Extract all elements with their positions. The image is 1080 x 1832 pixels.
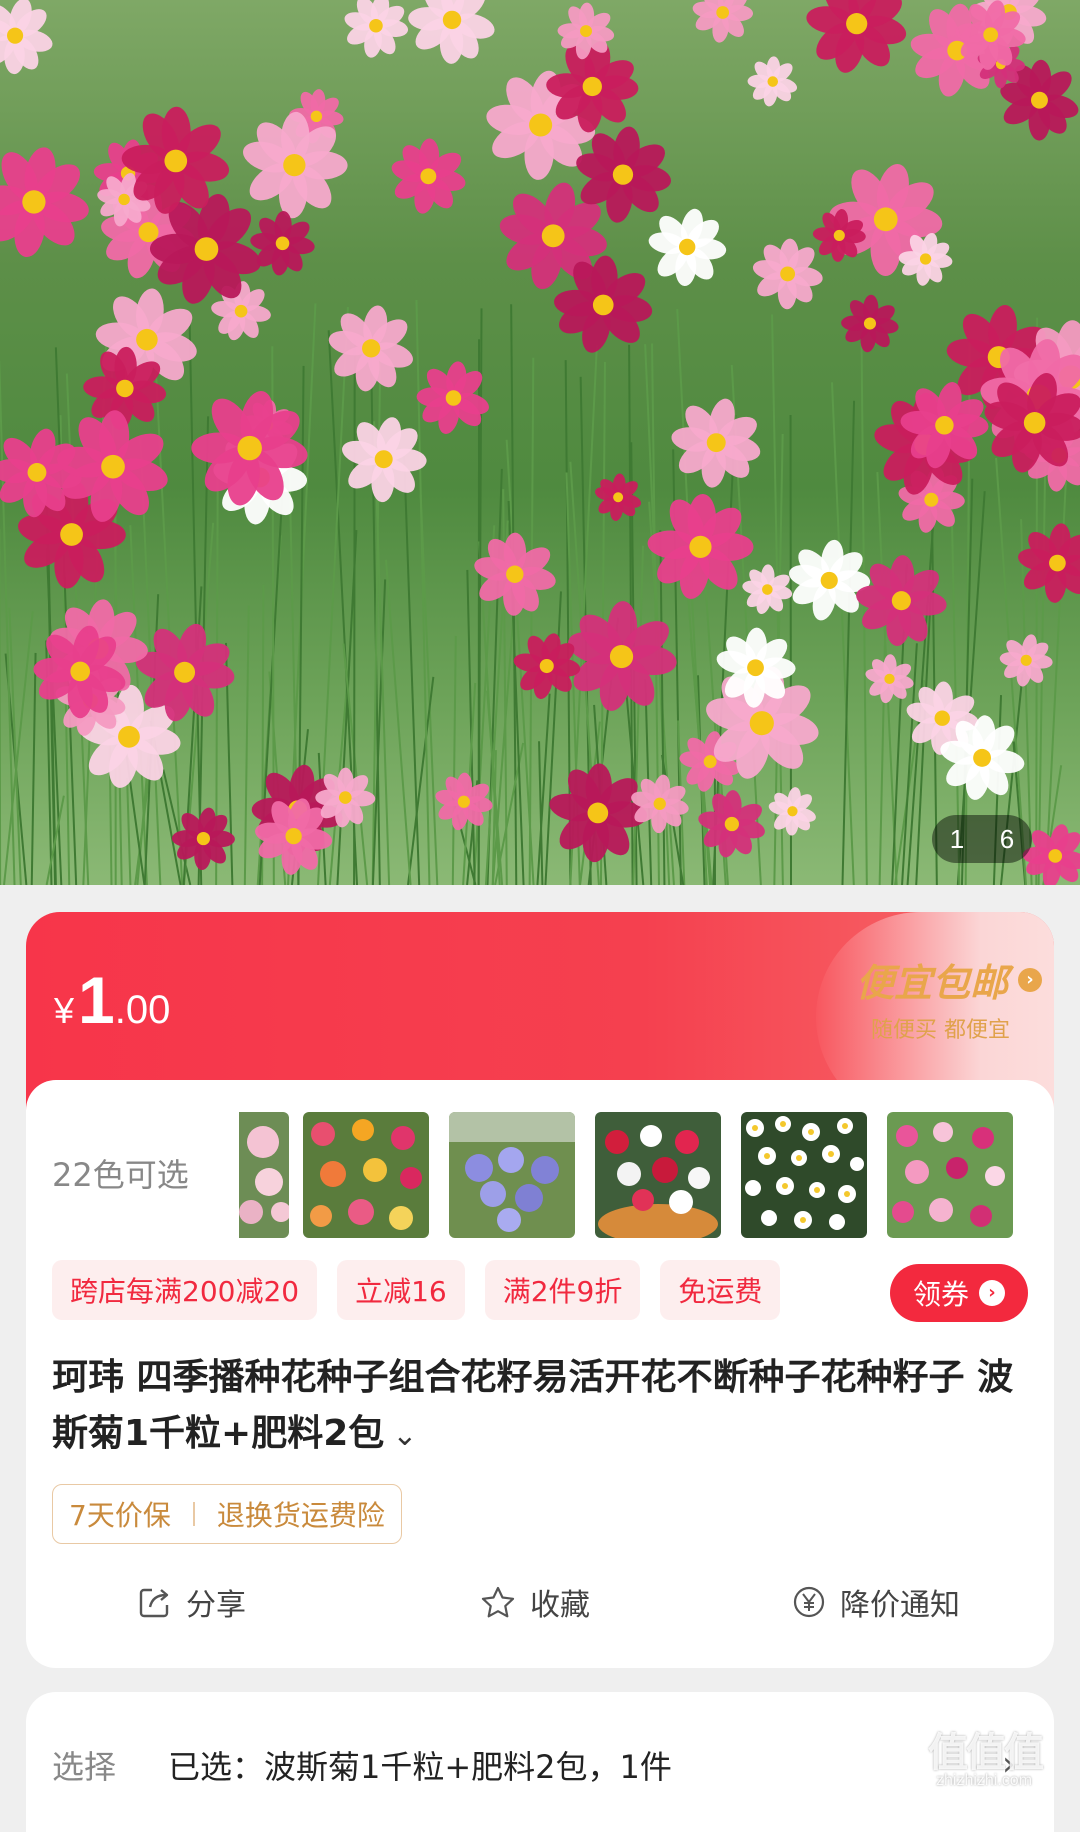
product-title-text: 珂玮 四季播种花种子组合花籽易活开花不断种子花种籽子 波斯菊1千粒+肥料2包: [52, 1357, 1013, 1454]
product-info-card: 22色可选: [26, 1080, 1054, 1668]
guarantee-item: 退换货运费险: [217, 1494, 385, 1534]
price-decimal: .00: [115, 988, 171, 1033]
price-alert-button[interactable]: 降价通知: [792, 1580, 960, 1624]
watermark-logo: 值值值: [928, 1720, 1042, 1778]
service-guarantees[interactable]: 7天价保 退换货运费险: [52, 1484, 402, 1544]
spec-selection-row[interactable]: 选择 已选：波斯菊1千粒+肥料2包，1件 ›: [26, 1692, 1054, 1832]
color-thumbnail[interactable]: [303, 1112, 429, 1238]
product-image[interactable]: 1 6: [0, 0, 1080, 885]
guarantee-item: 7天价保: [69, 1494, 171, 1534]
watermark-url: zhizhizhi.com: [936, 1772, 1032, 1790]
image-counter-total: 6: [1000, 824, 1014, 855]
promo-subtitle: 随便买 都便宜: [871, 1012, 1010, 1044]
price: ¥ 1 .00: [54, 962, 170, 1038]
favorite-button[interactable]: 收藏: [480, 1580, 590, 1624]
image-counter-current: 1: [950, 824, 964, 855]
selection-value: 已选：波斯菊1千粒+肥料2包，1件: [168, 1742, 672, 1788]
chevron-down-icon[interactable]: ⌄: [392, 1418, 417, 1453]
color-thumbnail[interactable]: [595, 1112, 721, 1238]
price-alert-label: 降价通知: [840, 1580, 960, 1624]
color-thumbnail[interactable]: [449, 1112, 575, 1238]
selection-label: 选择: [52, 1742, 116, 1788]
color-thumbnail[interactable]: [239, 1112, 289, 1238]
share-button[interactable]: 分享: [138, 1580, 246, 1624]
chevron-right-icon: ›: [979, 1280, 1005, 1306]
product-title[interactable]: 珂玮 四季播种花种子组合花籽易活开花不断种子花种籽子 波斯菊1千粒+肥料2包⌄: [52, 1350, 1032, 1464]
promo-tag[interactable]: 满2件9折: [485, 1260, 641, 1320]
share-label: 分享: [186, 1580, 246, 1624]
coupon-label: 领券: [913, 1273, 969, 1313]
promo-tag[interactable]: 立减16: [337, 1260, 465, 1320]
image-counter: 1 6: [932, 815, 1032, 863]
share-icon: [138, 1585, 172, 1619]
price-integer: 1: [78, 962, 115, 1038]
favorite-label: 收藏: [530, 1580, 590, 1624]
yen-circle-icon: [792, 1585, 826, 1619]
promotion-tags: 跨店每满200减20 立减16 满2件9折 免运费: [52, 1260, 780, 1320]
color-thumbnails: [239, 1112, 1029, 1238]
divider: [193, 1502, 195, 1526]
price-currency: ¥: [54, 990, 74, 1032]
promo-link[interactable]: 便宜包邮 ›: [856, 952, 1042, 1007]
color-thumbnail[interactable]: [887, 1112, 1013, 1238]
color-options-label[interactable]: 22色可选: [52, 1150, 189, 1196]
cosmos-flowers-photo: [0, 0, 1080, 885]
promo-tag[interactable]: 跨店每满200减20: [52, 1260, 317, 1320]
star-icon: [480, 1585, 516, 1619]
promo-title: 便宜包邮: [856, 952, 1008, 1007]
color-thumbnail[interactable]: [741, 1112, 867, 1238]
chevron-right-icon: ›: [1018, 968, 1042, 992]
action-bar: 分享 收藏 降价通知: [26, 1580, 1054, 1640]
get-coupon-button[interactable]: 领券 ›: [890, 1264, 1028, 1322]
promo-tag[interactable]: 免运费: [660, 1260, 780, 1320]
